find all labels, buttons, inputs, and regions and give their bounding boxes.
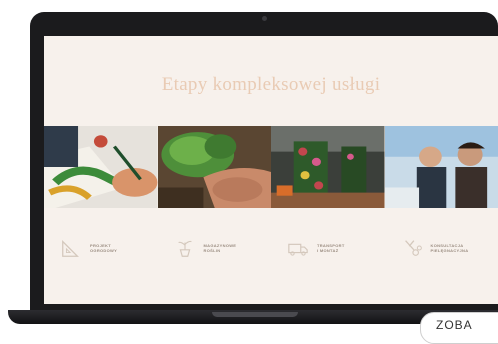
laptop-hinge [212,312,298,317]
photo-designing [44,126,158,208]
service-steps: PROJEKT OGRODOWY MAGAZYNOWE ROŚLIN TRANS… [44,228,498,268]
laptop-frame: Etapy kompleksowej usługi [30,12,498,312]
potted-plant-icon [174,237,196,259]
step-label: PROJEKT OGRODOWY [90,243,117,253]
truck-icon [287,237,309,259]
photo-consulting [385,126,498,208]
pruning-shears-icon [401,237,423,259]
step-label: MAGAZYNOWE ROŚLIN [204,243,237,253]
step-plant-storage: MAGAZYNOWE ROŚLIN [158,228,272,268]
photo-plants [158,126,272,208]
step-label: KONSULTACJA PIELĘGNACYJNA [431,243,469,253]
webcam [262,16,267,21]
step-label: TRANSPORT I MONTAŻ [317,243,345,253]
ruler-triangle-icon [60,237,82,259]
step-transport: TRANSPORT I MONTAŻ [271,228,385,268]
photo-transport [271,126,385,208]
step-care-consulting: KONSULTACJA PIELĘGNACYJNA [385,228,498,268]
step-garden-design: PROJEKT OGRODOWY [44,228,158,268]
section-heading: Etapy kompleksowej usługi [44,74,498,96]
laptop-screen: Etapy kompleksowej usługi [44,36,498,304]
photo-strip [44,126,498,208]
